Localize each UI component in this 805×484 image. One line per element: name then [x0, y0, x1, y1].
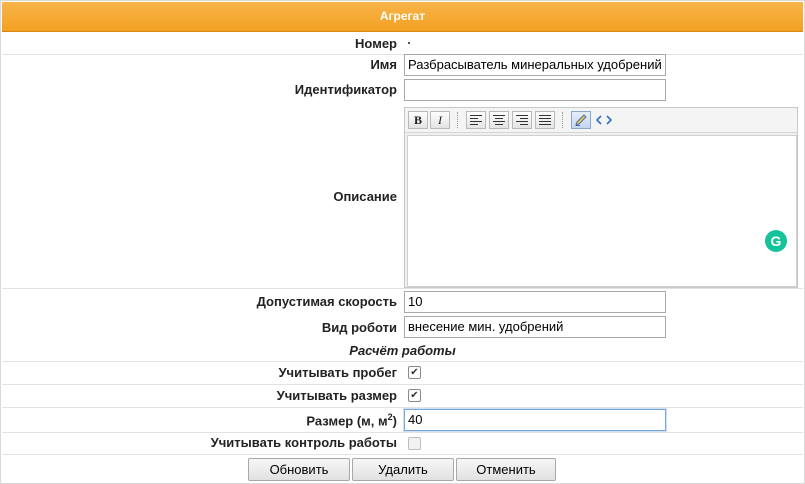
editor-toolbar: B I — [405, 108, 797, 133]
name-input[interactable]: Разбрасыватель минеральных удобрений — [404, 54, 666, 76]
identifier-label: Идентификатор — [294, 82, 397, 97]
pencil-icon[interactable] — [571, 111, 591, 129]
delete-button[interactable]: Удалить — [352, 458, 454, 481]
toolbar-separator — [562, 112, 565, 128]
work-type-label: Вид роботи — [321, 320, 397, 335]
align-center-icon[interactable] — [489, 111, 509, 129]
description-textarea[interactable] — [407, 135, 797, 287]
number-value — [408, 42, 410, 44]
row-divider — [2, 407, 803, 408]
code-icon[interactable] — [594, 111, 614, 129]
size-check-label: Учитывать размер — [276, 388, 397, 403]
description-label: Описание — [333, 189, 397, 204]
bold-button[interactable]: B — [408, 111, 428, 129]
control-label: Учитывать контроль работы — [210, 435, 397, 450]
update-button[interactable]: Обновить — [248, 458, 350, 481]
row-divider — [2, 454, 803, 455]
section-title: Расчёт работы — [349, 343, 456, 358]
align-left-icon[interactable] — [466, 111, 486, 129]
work-type-input[interactable]: внесение мин. удобрений — [404, 316, 666, 338]
mileage-label: Учитывать пробег — [278, 365, 397, 380]
align-justify-icon[interactable] — [535, 111, 555, 129]
size-input[interactable]: 40 — [404, 409, 666, 431]
aggregate-form: Агрегат Номер Имя Разбрасыватель минерал… — [0, 0, 805, 484]
mileage-checkbox[interactable]: ✔ — [408, 366, 421, 379]
form-title: Агрегат — [2, 2, 803, 32]
check-icon: ✔ — [410, 367, 419, 378]
size-label-text: Размер (м, м — [306, 413, 388, 429]
grammarly-icon[interactable]: G — [765, 230, 787, 252]
cancel-button[interactable]: Отменить — [456, 458, 556, 481]
number-label: Номер — [355, 36, 397, 51]
row-divider — [2, 384, 803, 385]
row-divider — [2, 54, 803, 55]
size-label-close: ) — [392, 413, 397, 429]
row-divider — [2, 288, 803, 289]
check-icon: ✔ — [410, 390, 419, 401]
speed-input[interactable]: 10 — [404, 291, 666, 313]
speed-label: Допустимая скорость — [256, 294, 397, 309]
size-checkbox[interactable]: ✔ — [408, 389, 421, 402]
row-divider — [2, 361, 803, 362]
italic-button[interactable]: I — [430, 111, 450, 129]
toolbar-separator — [457, 112, 460, 128]
control-checkbox[interactable] — [408, 437, 421, 450]
identifier-input[interactable] — [404, 79, 666, 101]
row-divider — [2, 432, 803, 433]
align-right-icon[interactable] — [512, 111, 532, 129]
name-label: Имя — [370, 57, 397, 72]
description-editor: B I G — [404, 107, 798, 288]
size-label: Размер (м, м2) — [306, 412, 397, 428]
